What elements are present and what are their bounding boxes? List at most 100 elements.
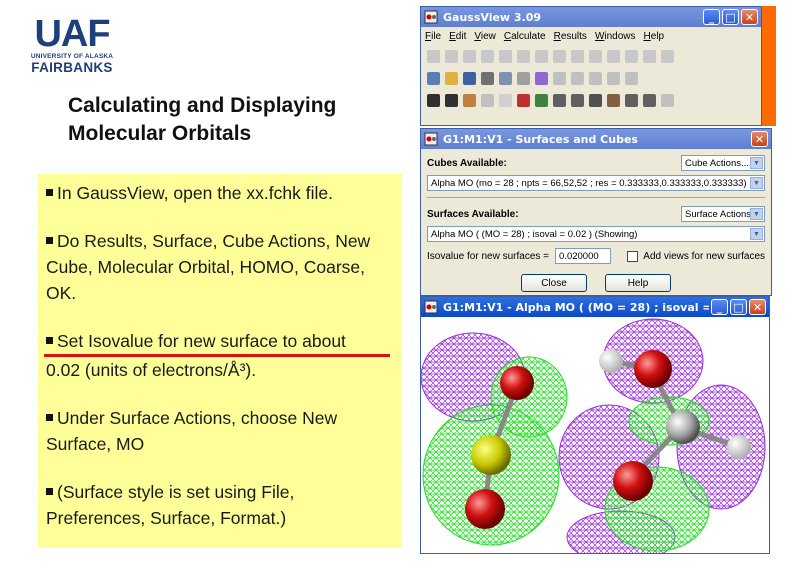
orbital-view-window: G1:M1:V1 - Alpha MO ( (MO = 28) ; isoval…	[420, 296, 770, 564]
menu-help[interactable]: Help	[644, 31, 665, 42]
atom-icon[interactable]	[517, 93, 530, 107]
gaussview-app-icon	[424, 10, 438, 24]
delete-icon[interactable]	[553, 71, 566, 85]
close-dialog-button[interactable]: Close	[521, 274, 587, 292]
molecular-orbital-render	[420, 318, 766, 564]
tool-icon[interactable]	[625, 71, 638, 85]
tool-icon[interactable]	[625, 49, 638, 63]
bullet-marker	[46, 337, 53, 344]
atom-sulfur	[471, 435, 511, 475]
bond-icon[interactable]	[463, 93, 476, 107]
gaussview-menubar: File Edit View Calculate Results Windows…	[421, 27, 761, 45]
bullet-box: In GaussView, open the xx.fchk file. Do …	[38, 174, 402, 548]
surface-select-value: Alpha MO ( (MO = 28) ; isoval = 0.02 ) (…	[431, 228, 638, 240]
surfaces-dialog-titlebar[interactable]: G1:M1:V1 - Surfaces and Cubes ✕	[421, 129, 771, 149]
menu-results[interactable]: Results	[554, 31, 587, 42]
isovalue-label: Isovalue for new surfaces =	[427, 250, 550, 262]
surface-select[interactable]: Alpha MO ( (MO = 28) ; isoval = 0.02 ) (…	[427, 226, 765, 242]
menu-edit[interactable]: Edit	[449, 31, 466, 42]
tool-icon[interactable]	[643, 49, 656, 63]
cube-select-value: Alpha MO (mo = 28 ; npts = 66,52,52 ; re…	[431, 177, 747, 189]
save-icon[interactable]	[463, 71, 476, 85]
close-button[interactable]: ✕	[751, 131, 768, 147]
chevron-down-icon: ▼	[750, 157, 763, 169]
tool-icon[interactable]	[607, 93, 620, 107]
tool-icon[interactable]	[445, 49, 458, 63]
tool-icon[interactable]	[589, 49, 602, 63]
tool-icon[interactable]	[553, 93, 566, 107]
tool-icon[interactable]	[463, 49, 476, 63]
tool-icon[interactable]	[661, 49, 674, 63]
surface-actions-dropdown[interactable]: Surface Actions... ▼	[681, 206, 765, 222]
menu-view[interactable]: View	[474, 31, 496, 42]
bullet-text: (Surface style is set using File, Prefer…	[46, 482, 295, 528]
cube-actions-dropdown[interactable]: Cube Actions... ▼	[681, 155, 765, 171]
gaussview-titlebar[interactable]: GaussView 3.09 _ □ ✕	[421, 7, 761, 27]
rotate-icon[interactable]	[445, 93, 458, 107]
menu-calculate[interactable]: Calculate	[504, 31, 546, 42]
maximize-button[interactable]: □	[730, 299, 747, 315]
bullet-item: Under Surface Actions, choose New Surfac…	[46, 405, 396, 457]
divider	[427, 197, 765, 198]
tool-icon[interactable]	[589, 93, 602, 107]
bullet-item: Do Results, Surface, Cube Actions, New C…	[46, 228, 396, 306]
minimize-button[interactable]: _	[703, 9, 720, 25]
help-button[interactable]: Help	[605, 274, 671, 292]
new-file-icon[interactable]	[427, 71, 440, 85]
tool-icon[interactable]	[499, 49, 512, 63]
logo-university-line: UNIVERSITY OF ALASKA	[30, 53, 114, 60]
tool-icon[interactable]	[661, 93, 674, 107]
tool-icon[interactable]	[571, 49, 584, 63]
tool-icon[interactable]	[535, 49, 548, 63]
menu-file[interactable]: File	[425, 31, 441, 42]
tool-icon[interactable]	[607, 49, 620, 63]
tool-icon[interactable]	[517, 49, 530, 63]
isovalue-input[interactable]: 0.020000	[555, 248, 612, 264]
maximize-button[interactable]: □	[722, 9, 739, 25]
close-button[interactable]: ✕	[741, 9, 758, 25]
tool-icon[interactable]	[571, 93, 584, 107]
atom-oxygen	[613, 461, 653, 501]
cube-select[interactable]: Alpha MO (mo = 28 ; npts = 66,52,52 ; re…	[427, 175, 765, 191]
close-button[interactable]: ✕	[749, 299, 766, 315]
tool-icon[interactable]	[535, 93, 548, 107]
svg-text:UAF: UAF	[34, 13, 109, 52]
print-icon[interactable]	[481, 71, 494, 85]
redo-icon[interactable]	[589, 71, 602, 85]
atom-oxygen	[634, 350, 672, 388]
toolbar-row-2	[421, 67, 761, 89]
atom-oxygen	[500, 366, 534, 400]
open-folder-icon[interactable]	[445, 71, 458, 85]
undo-icon[interactable]	[571, 71, 584, 85]
gaussview-title: GaussView 3.09	[443, 10, 542, 24]
ring-icon[interactable]	[499, 93, 512, 107]
atom-hydrogen	[599, 349, 623, 373]
tool-icon[interactable]	[625, 93, 638, 107]
tool-icon[interactable]	[607, 71, 620, 85]
add-views-checkbox[interactable]	[627, 250, 639, 262]
logo-campus-line: FAIRBANKS	[31, 60, 113, 75]
orbital-window-titlebar[interactable]: G1:M1:V1 - Alpha MO ( (MO = 28) ; isoval…	[421, 297, 769, 317]
tool-icon[interactable]	[481, 93, 494, 107]
minimize-button[interactable]: _	[711, 299, 728, 315]
tool-icon[interactable]	[643, 93, 656, 107]
copy-icon[interactable]	[499, 71, 512, 85]
gaussview-app-icon	[424, 132, 438, 146]
atom-oxygen	[465, 489, 505, 529]
bullet-text: In GaussView, open the xx.fchk file.	[57, 183, 333, 203]
text-icon[interactable]	[427, 93, 440, 107]
cut-icon[interactable]	[517, 71, 530, 85]
orbital-window-title: G1:M1:V1 - Alpha MO ( (MO = 28) ; isoval…	[443, 300, 709, 314]
bullet-text: Set Isovalue for new surface to about	[57, 331, 346, 351]
window-accent-strip	[762, 6, 776, 126]
tool-icon[interactable]	[481, 49, 494, 63]
bullet-marker	[46, 237, 53, 244]
menu-windows[interactable]: Windows	[595, 31, 636, 42]
cubes-available-label: Cubes Available:	[427, 157, 507, 169]
uaf-logo-mark: UAF	[34, 13, 110, 52]
tool-icon[interactable]	[553, 49, 566, 63]
tool-icon[interactable]	[427, 49, 440, 63]
bullet-item: In GaussView, open the xx.fchk file.	[46, 180, 396, 206]
paste-icon[interactable]	[535, 71, 548, 85]
orbital-canvas[interactable]	[420, 317, 769, 564]
